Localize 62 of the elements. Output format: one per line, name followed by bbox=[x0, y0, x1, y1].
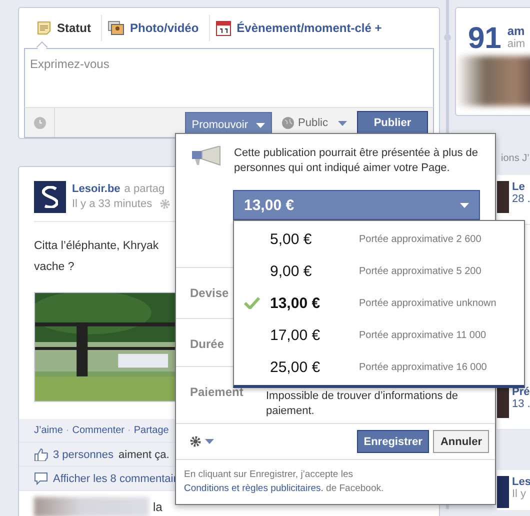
comments-link[interactable]: Afficher les 8 commentair bbox=[53, 472, 177, 484]
clock-icon[interactable] bbox=[34, 116, 46, 128]
publish-button[interactable]: Publier bbox=[357, 110, 428, 134]
setting-label: Devise bbox=[190, 286, 229, 300]
separator-dot: · bbox=[128, 425, 131, 436]
budget-option[interactable]: 5,00 € Portée approximative 2 600 bbox=[234, 223, 524, 255]
post-action-link[interactable]: Partage bbox=[134, 425, 169, 436]
composer-tab[interactable]: Évènement/moment-clé + bbox=[210, 15, 392, 41]
page-meta: 28 . bbox=[512, 193, 530, 205]
author-link[interactable]: Lesoir.be bbox=[72, 183, 120, 195]
composer-tab[interactable]: Photo/vidéo bbox=[102, 15, 210, 41]
post-text: Citta l’éléphante, Khryak vache ? bbox=[34, 239, 160, 275]
budget-option[interactable]: 17,00 € Portée approximative 11 000 bbox=[234, 319, 524, 351]
setting-label: Durée bbox=[190, 337, 224, 352]
caret-icon bbox=[256, 122, 266, 128]
post-action-link[interactable]: Commenter bbox=[72, 425, 124, 436]
terms-link[interactable]: Conditions et règles publicitaires. bbox=[184, 482, 324, 494]
page-title[interactable]: Le bbox=[512, 181, 530, 193]
budget-select[interactable]: 13,00 € bbox=[233, 190, 480, 220]
post-time: Il y a 33 minutes bbox=[72, 198, 152, 210]
cancel-button[interactable]: Annuler bbox=[433, 430, 489, 454]
terms-notice: En cliquant sur Enregistrer, j’accepte les Conditions et règles publicitaires. de Facebook. bbox=[183, 468, 385, 496]
thumbs-up-icon bbox=[34, 448, 48, 461]
status-input[interactable]: Exprimez-vous bbox=[24, 48, 434, 107]
composer-tab[interactable]: Statut bbox=[31, 15, 102, 41]
page-meta: 13 . bbox=[512, 398, 530, 410]
caret-icon bbox=[338, 120, 347, 126]
page-avatar[interactable] bbox=[34, 181, 66, 213]
setting-label: Paiement bbox=[190, 384, 244, 399]
comment-text: la bbox=[153, 500, 162, 514]
count-sublabel: aim bbox=[507, 38, 526, 50]
count-label[interactable]: am bbox=[507, 24, 526, 38]
page-meta: Il y bbox=[512, 488, 528, 500]
audience-button[interactable]: Public bbox=[272, 110, 357, 134]
settings-menu-button[interactable] bbox=[190, 436, 214, 448]
likes-link[interactable]: 3 personnes bbox=[53, 448, 114, 460]
budget-option[interactable]: 25,00 € Portée approximative 16 000 bbox=[234, 351, 524, 383]
separator-dot: · bbox=[66, 425, 70, 436]
post-action-link[interactable]: J’aime bbox=[34, 425, 63, 436]
post-action: a partag bbox=[124, 183, 165, 195]
note-icon bbox=[37, 21, 51, 35]
megaphone-icon bbox=[190, 146, 222, 166]
page-thumbnail[interactable] bbox=[497, 386, 509, 418]
caret-icon bbox=[205, 439, 214, 444]
page-thumbnail[interactable] bbox=[497, 181, 509, 213]
photo-icon bbox=[108, 21, 124, 35]
page-title[interactable]: Pré bbox=[512, 386, 530, 398]
gear-icon[interactable] bbox=[160, 199, 170, 209]
page-thumbnail[interactable] bbox=[497, 476, 509, 508]
calendar-icon bbox=[216, 20, 231, 36]
gear-icon bbox=[190, 436, 201, 448]
globe-icon bbox=[282, 116, 294, 128]
budget-option[interactable]: 13,00 € Portée approximative unknown bbox=[234, 287, 524, 319]
caret-icon bbox=[460, 202, 469, 208]
budget-option[interactable]: 9,00 € Portée approximative 5 200 bbox=[234, 255, 524, 287]
likes-text: aiment ça. bbox=[118, 448, 170, 460]
check-icon bbox=[244, 297, 260, 309]
comment-icon bbox=[34, 472, 48, 485]
save-button[interactable]: Enregistrer bbox=[356, 430, 430, 454]
like-count: 91 bbox=[468, 24, 502, 56]
setting-value: Impossible de trouver d’informations de paiement. bbox=[266, 388, 459, 419]
promote-message: Cette publication pourrait être présentée à plus de personnes qui ont indiqué aimer votre Page. bbox=[234, 146, 479, 176]
